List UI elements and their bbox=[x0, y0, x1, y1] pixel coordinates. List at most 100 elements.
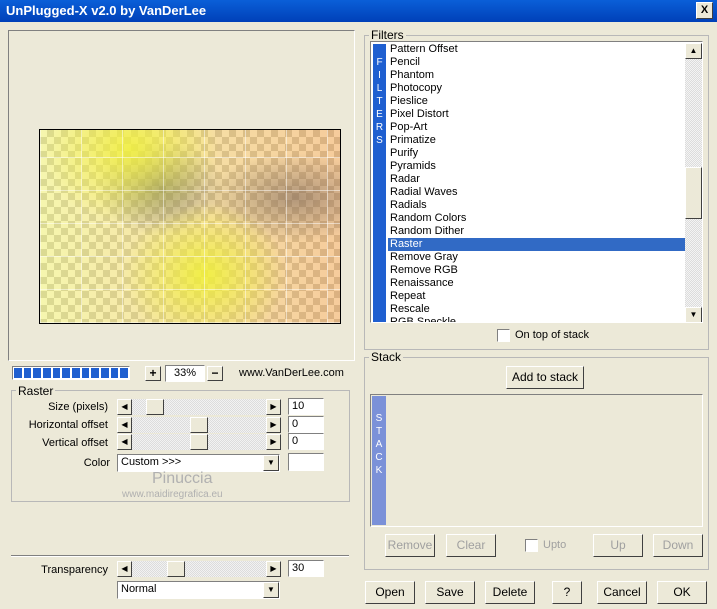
progress-segment bbox=[81, 368, 90, 378]
clear-button[interactable]: Clear bbox=[446, 534, 496, 557]
transparency-slider[interactable]: ◀ ▶ bbox=[117, 561, 281, 577]
down-button[interactable]: Down bbox=[653, 534, 703, 557]
horizontal-offset-label: Horizontal offset bbox=[28, 419, 108, 431]
strip-letter: C bbox=[375, 452, 383, 463]
filter-item[interactable]: Pattern Offset bbox=[388, 43, 685, 56]
filter-item[interactable]: Renaissance bbox=[388, 277, 685, 290]
size-slider[interactable]: ◀ ▶ bbox=[117, 399, 281, 415]
filters-strip: FILTERS bbox=[373, 44, 386, 322]
filters-group-label: Filters bbox=[369, 28, 406, 42]
filter-item[interactable]: Random Colors bbox=[388, 212, 685, 225]
add-to-stack-button[interactable]: Add to stack bbox=[506, 366, 584, 389]
filter-item[interactable]: Purify bbox=[388, 147, 685, 160]
upto-checkbox[interactable] bbox=[525, 539, 538, 552]
chevron-down-icon[interactable]: ▼ bbox=[263, 582, 279, 598]
filter-item[interactable]: RGB Speckle bbox=[388, 316, 685, 322]
slider-right-arrow[interactable]: ▶ bbox=[266, 399, 281, 415]
website-link[interactable]: www.VanDerLee.com bbox=[239, 367, 344, 379]
help-button[interactable]: ? bbox=[552, 581, 582, 604]
filter-item[interactable]: Pyramids bbox=[388, 160, 685, 173]
save-button[interactable]: Save bbox=[425, 581, 475, 604]
close-button[interactable]: X bbox=[696, 2, 713, 19]
slider-track[interactable] bbox=[132, 434, 266, 450]
horizontal-offset-field[interactable]: 0 bbox=[288, 416, 324, 433]
slider-left-arrow[interactable]: ◀ bbox=[117, 399, 132, 415]
strip-letter: K bbox=[375, 465, 383, 476]
slider-track[interactable] bbox=[132, 417, 266, 433]
color-swatch[interactable] bbox=[288, 453, 324, 471]
stack-group-label: Stack bbox=[369, 350, 404, 364]
up-button[interactable]: Up bbox=[593, 534, 643, 557]
on-top-label: On top of stack bbox=[515, 329, 589, 341]
scroll-down-icon[interactable]: ▼ bbox=[685, 307, 702, 322]
delete-button[interactable]: Delete bbox=[485, 581, 535, 604]
slider-thumb[interactable] bbox=[190, 417, 208, 433]
preview-pane[interactable] bbox=[8, 30, 355, 361]
slider-right-arrow[interactable]: ▶ bbox=[266, 434, 281, 450]
slider-thumb[interactable] bbox=[190, 434, 208, 450]
window-title: UnPlugged-X v2.0 by VanDerLee bbox=[6, 3, 207, 18]
vertical-offset-label: Vertical offset bbox=[42, 437, 108, 449]
raster-group-label: Raster bbox=[16, 384, 56, 398]
slider-track[interactable] bbox=[132, 399, 266, 415]
strip-letter: A bbox=[375, 439, 383, 450]
progress-segment bbox=[23, 368, 32, 378]
filter-item[interactable]: Phantom bbox=[388, 69, 685, 82]
slider-left-arrow[interactable]: ◀ bbox=[117, 417, 132, 433]
watermark-name: Pinuccia bbox=[152, 470, 213, 487]
filter-list[interactable]: FILTERS Pattern Offset Pencil Phantom Photo… bbox=[370, 41, 703, 323]
chevron-down-icon[interactable]: ▼ bbox=[263, 455, 279, 471]
filter-item[interactable]: Radial Waves bbox=[388, 186, 685, 199]
filter-item[interactable]: Random Dither bbox=[388, 225, 685, 238]
filter-item[interactable]: Rescale bbox=[388, 303, 685, 316]
filter-item[interactable]: Photocopy bbox=[388, 82, 685, 95]
filter-items[interactable]: Pattern Offset Pencil Phantom Photocopy Pies… bbox=[388, 43, 685, 322]
filter-item[interactable]: Pixel Distort bbox=[388, 108, 685, 121]
progress-segment bbox=[91, 368, 100, 378]
vertical-offset-field[interactable]: 0 bbox=[288, 433, 324, 450]
on-top-checkbox[interactable] bbox=[497, 329, 510, 342]
filter-item[interactable]: Radials bbox=[388, 199, 685, 212]
filter-item[interactable]: Pencil bbox=[388, 56, 685, 69]
ok-button[interactable]: OK bbox=[657, 581, 707, 604]
slider-right-arrow[interactable]: ▶ bbox=[266, 561, 281, 577]
remove-button[interactable]: Remove bbox=[385, 534, 435, 557]
blend-mode-select[interactable]: Normal ▼ bbox=[117, 581, 280, 599]
horizontal-offset-slider[interactable]: ◀ ▶ bbox=[117, 417, 281, 433]
scroll-up-icon[interactable]: ▲ bbox=[685, 43, 702, 59]
zoom-in-button[interactable]: + bbox=[145, 366, 161, 381]
vertical-offset-slider[interactable]: ◀ ▶ bbox=[117, 434, 281, 450]
divider bbox=[11, 555, 349, 557]
filter-item[interactable]: Raster bbox=[388, 238, 685, 251]
stack-list[interactable]: STACK bbox=[370, 394, 703, 527]
strip-letter: R bbox=[375, 122, 384, 133]
strip-letter: T bbox=[375, 426, 383, 437]
transparency-value-field[interactable]: 30 bbox=[288, 560, 324, 577]
filter-item[interactable]: Pop-Art bbox=[388, 121, 685, 134]
slider-thumb[interactable] bbox=[167, 561, 185, 577]
slider-right-arrow[interactable]: ▶ bbox=[266, 417, 281, 433]
size-value-field[interactable]: 10 bbox=[288, 398, 324, 415]
filter-list-scrollbar[interactable]: ▲ ▼ bbox=[685, 43, 702, 322]
open-button[interactable]: Open bbox=[365, 581, 415, 604]
color-select-value: Custom >>> bbox=[121, 456, 182, 468]
cancel-button[interactable]: Cancel bbox=[597, 581, 647, 604]
color-label: Color bbox=[83, 457, 110, 469]
filter-item[interactable]: Radar bbox=[388, 173, 685, 186]
slider-track[interactable] bbox=[132, 561, 266, 577]
slider-thumb[interactable] bbox=[146, 399, 164, 415]
scroll-thumb[interactable] bbox=[685, 167, 702, 219]
zoom-out-button[interactable]: − bbox=[207, 366, 223, 381]
strip-letter: I bbox=[378, 70, 381, 81]
filter-item[interactable]: Repeat bbox=[388, 290, 685, 303]
filter-item[interactable]: Remove RGB bbox=[388, 264, 685, 277]
filter-item[interactable]: Primatize bbox=[388, 134, 685, 147]
filter-item[interactable]: Pieslice bbox=[388, 95, 685, 108]
progress-segment bbox=[72, 368, 80, 378]
stack-strip: STACK bbox=[372, 396, 386, 525]
watermark-site: www.maidiregrafica.eu bbox=[122, 489, 223, 500]
slider-left-arrow[interactable]: ◀ bbox=[117, 434, 132, 450]
preview-image[interactable] bbox=[39, 129, 341, 324]
filter-item[interactable]: Remove Gray bbox=[388, 251, 685, 264]
slider-left-arrow[interactable]: ◀ bbox=[117, 561, 132, 577]
